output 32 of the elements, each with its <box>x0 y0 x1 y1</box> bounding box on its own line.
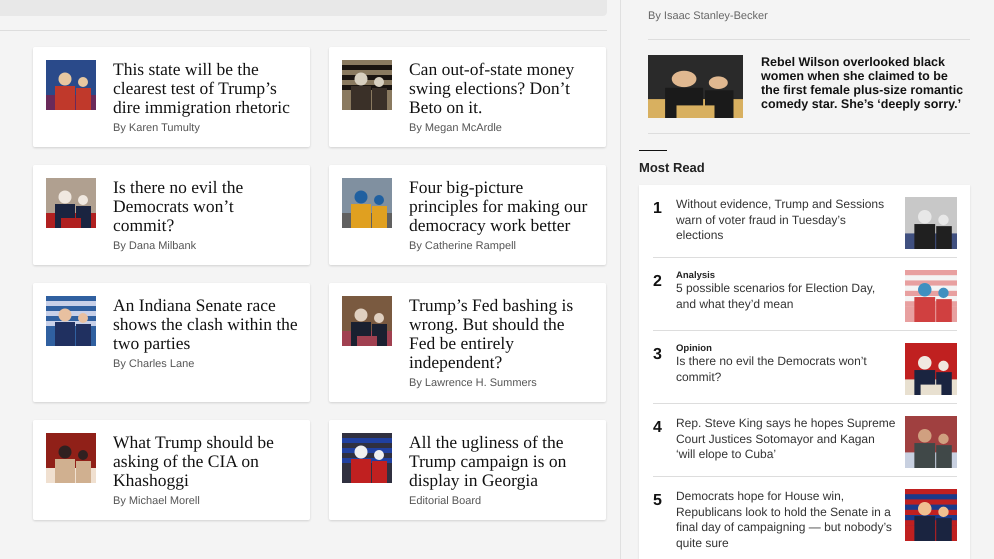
byline: By Karen Tumulty <box>113 122 201 134</box>
byline: By Isaac Stanley-Becker <box>648 10 970 40</box>
byline: By Catherine Rampell <box>409 240 517 252</box>
article-headline[interactable]: Democrats hope for House win, Republicans look to hold the Senate in a final day of campaigning — but nobody’s quite sure <box>676 489 896 551</box>
article-headline[interactable]: Can out-of-state money swing elections? Don’t Beto on it. <box>409 60 594 117</box>
section-rule <box>639 150 667 151</box>
rank-number: 3 <box>653 345 663 364</box>
article-headline[interactable]: Is there no evil the Democrats won’t commit? <box>113 178 298 235</box>
article-headline[interactable]: This state will be the clearest test of Trump’s dire immigration rhetoric <box>113 60 298 117</box>
byline: By Megan McArdle <box>409 122 503 134</box>
article-headline[interactable]: Rep. Steve King says he hopes Supreme Court Justices Sotomayor and Kagan ‘will elope to Cuba’ <box>676 416 896 462</box>
byline: By Lawrence H. Summers <box>409 377 538 389</box>
article-label: Analysis <box>676 270 716 281</box>
article-label: Opinion <box>676 343 713 354</box>
article-headline[interactable]: Is there no evil the Democrats won’t commit? <box>676 354 896 385</box>
article-headline[interactable]: What Trump should be asking of the CIA on Khashoggi <box>113 433 298 490</box>
byline: By Charles Lane <box>113 358 196 370</box>
feature-headline[interactable]: Rebel Wilson overlooked black women when she claimed to be the first female plus-size romantic comedy star. She’s ‘deeply sorry.’ <box>761 55 970 118</box>
byline: By Dana Milbank <box>113 240 198 252</box>
rank-number: 4 <box>653 418 663 437</box>
article-headline[interactable]: Trump’s Fed bashing is wrong. But should the Fed be entirely independent? <box>409 296 594 372</box>
rank-number: 1 <box>653 199 663 218</box>
article-headline[interactable]: All the ugliness of the Trump campaign is on display in Georgia <box>409 433 594 490</box>
article-headline[interactable]: 5 possible scenarios for Election Day, and what they’d mean <box>676 281 896 312</box>
rank-number: 2 <box>653 272 663 291</box>
article-headline[interactable]: Without evidence, Trump and Sessions warn of voter fraud in Tuesday’s elections <box>676 197 896 244</box>
article-headline[interactable]: An Indiana Senate race shows the clash within the two parties <box>113 296 298 353</box>
byline: Editorial Board <box>409 495 482 507</box>
byline: By Michael Morell <box>113 495 201 507</box>
section-heading: Most Read <box>639 160 706 175</box>
rank-number: 5 <box>653 491 663 510</box>
article-headline[interactable]: Four big-picture principles for making our democracy work better <box>409 178 594 235</box>
